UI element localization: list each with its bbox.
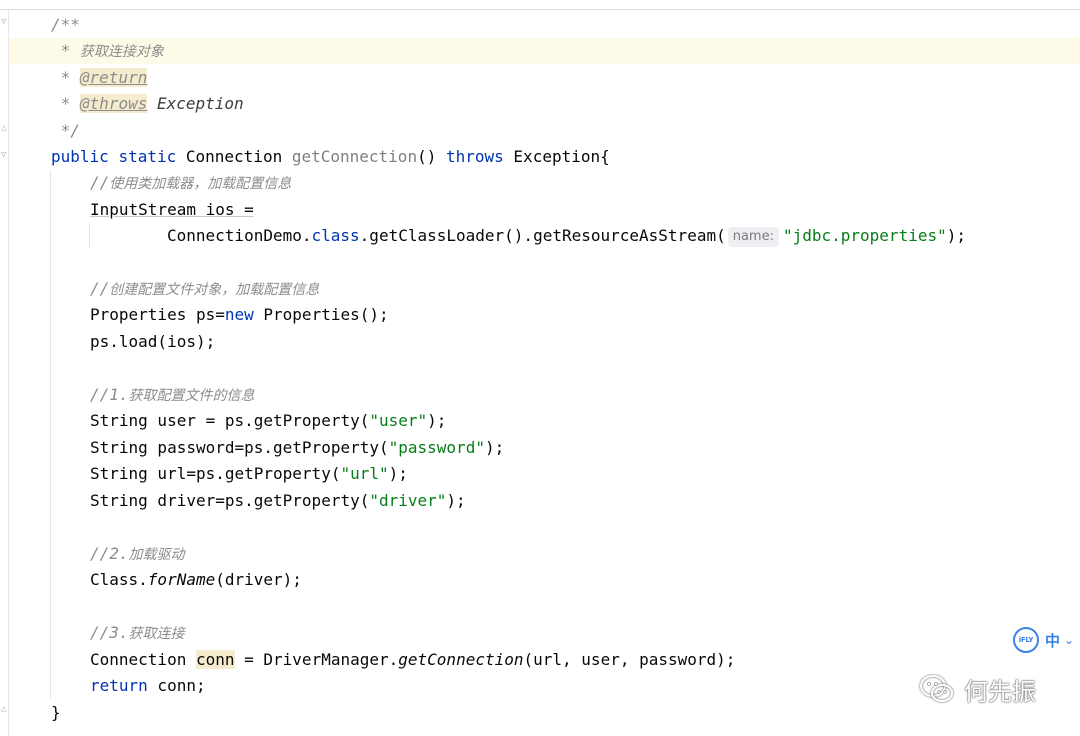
code-line-connection: Connection conn = DriverManager.getConne… <box>90 650 736 669</box>
comment-line: //创建配置文件对象，加载配置信息 <box>90 279 320 298</box>
code-line-load: ps.load(ios); <box>90 332 216 351</box>
code-line-url: String url=ps.getProperty("url"); <box>90 464 408 483</box>
editor-top-border <box>0 9 1080 10</box>
editor-gutter <box>0 10 9 736</box>
code-line-user: String user = ps.getProperty("user"); <box>90 411 447 430</box>
code-line-driver: String driver=ps.getProperty("driver"); <box>90 491 466 510</box>
code-line-4: * @throws Exception <box>51 94 244 113</box>
code-line-close: } <box>51 703 61 722</box>
code-line-continuation: ConnectionDemo.class.getClassLoader().ge… <box>167 226 966 247</box>
fold-marker-icon[interactable]: ▽ <box>1 18 9 27</box>
chevron-down-icon[interactable]: ⌄ <box>1064 633 1074 647</box>
code-line-password: String password=ps.getProperty("password… <box>90 438 505 457</box>
ime-toolbar[interactable]: iFLY 中 ⌄ <box>1013 626 1080 654</box>
code-line-forname: Class.forName(driver); <box>90 570 302 589</box>
code-line-3: * @return <box>51 68 148 87</box>
current-line-highlight <box>9 38 1080 64</box>
comment-line: //2.加载驱动 <box>90 544 185 563</box>
code-line-inputstream: InputStream ios = <box>90 200 254 219</box>
javadoc-return-tag: @return <box>79 68 148 87</box>
code-line-properties: Properties ps=new Properties(); <box>90 305 389 324</box>
highlighted-variable: conn <box>195 650 235 669</box>
fold-marker-icon[interactable]: △ <box>1 705 9 714</box>
fold-marker-icon[interactable]: △ <box>1 124 9 133</box>
parameter-hint: name: <box>727 227 779 247</box>
code-line-1: /** <box>51 15 80 34</box>
watermark: 何先振 <box>918 672 1036 706</box>
watermark-text: 何先振 <box>964 677 1036 706</box>
javadoc-throws-tag: @throws <box>79 94 148 113</box>
ifly-logo-icon[interactable]: iFLY <box>1013 627 1039 653</box>
ime-mode-toggle[interactable]: 中 <box>1045 630 1060 651</box>
indent-guide <box>50 170 51 698</box>
fold-marker-icon[interactable]: ▽ <box>1 151 9 160</box>
indent-guide <box>89 223 90 249</box>
code-line-2: * 获取连接对象 <box>51 41 164 60</box>
method-signature: public static Connection getConnection()… <box>51 147 610 166</box>
comment-line: //1.获取配置文件的信息 <box>90 385 255 404</box>
comment-line: //使用类加载器，加载配置信息 <box>90 173 292 192</box>
comment-line: //3.获取连接 <box>90 623 185 642</box>
code-line-return: return conn; <box>90 676 206 695</box>
code-line-5: */ <box>51 121 80 140</box>
wechat-icon <box>920 675 953 702</box>
